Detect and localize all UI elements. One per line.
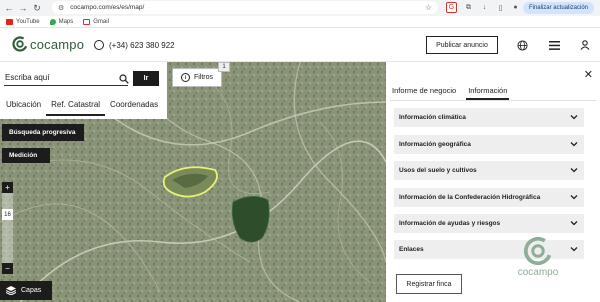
url-text: cocampo.com/es/es/map/ <box>70 4 145 11</box>
chevron-down-icon <box>570 247 578 252</box>
forward-icon[interactable]: → <box>16 1 30 15</box>
close-icon[interactable]: ✕ <box>584 68 593 81</box>
accordion-hydrographic[interactable]: Información de la Confederación Hidrográ… <box>394 188 584 207</box>
gmail-icon <box>83 18 91 25</box>
user-account-icon[interactable] <box>578 38 592 52</box>
app-header: cocampo (+34) 623 380 922 Publicar anunc… <box>0 28 600 62</box>
chevron-down-icon <box>570 142 578 147</box>
accordion-climate[interactable]: Información climática <box>394 108 584 127</box>
bookmarks-bar: YouTube Maps Gmail <box>0 16 600 28</box>
chevron-down-icon <box>570 195 578 200</box>
bookmark-label: YouTube <box>16 18 40 25</box>
phone-number: (+34) 623 380 922 <box>109 40 175 50</box>
accordion-label: Usos del suelo y cultivos <box>399 167 477 174</box>
accordion-label: Información de ayudas y riesgos <box>399 220 501 227</box>
language-globe-icon[interactable] <box>515 38 529 52</box>
zoom-slider-track[interactable] <box>2 193 13 263</box>
info-icon: i <box>180 73 190 82</box>
logo[interactable]: cocampo <box>12 36 84 52</box>
logo-watermark-icon <box>523 236 553 266</box>
extension-icon[interactable]: G <box>446 2 457 13</box>
info-tabs: Informe de negocio Información <box>392 86 519 100</box>
tab-ubicacion[interactable]: Ubicación <box>0 98 46 116</box>
measure-button[interactable]: Medición <box>2 148 50 163</box>
accordion-label: Información de la Confederación Hidrográ… <box>399 194 541 201</box>
progressive-search-button[interactable]: Búsqueda progresiva <box>2 124 84 141</box>
chevron-down-icon <box>570 115 578 120</box>
search-tabs: Ubicación Ref. Catastral Coordenadas <box>0 98 167 116</box>
profile-icon[interactable]: ● <box>510 2 521 13</box>
chevron-down-icon <box>570 168 578 173</box>
zoom-in-button[interactable]: + <box>2 182 13 193</box>
layers-label: Capas <box>21 287 42 294</box>
tabs-divider <box>390 100 596 101</box>
youtube-icon <box>6 18 13 25</box>
site-info-icon[interactable]: ⚙ <box>58 4 64 12</box>
zoom-level-indicator[interactable]: 16 <box>2 209 13 220</box>
tab-business-report[interactable]: Informe de negocio <box>392 86 456 100</box>
maps-icon <box>49 18 56 25</box>
tab-ref-catastral[interactable]: Ref. Catastral <box>46 98 106 116</box>
accordion-land-use[interactable]: Usos del suelo y cultivos <box>394 161 584 180</box>
filters-button[interactable]: i Filtros <box>172 68 222 87</box>
bookmark-star-icon[interactable]: ☆ <box>425 3 432 12</box>
tab-information[interactable]: Información <box>466 86 510 100</box>
search-input[interactable]: Escriba aquí <box>4 72 128 86</box>
extensions-puzzle-icon[interactable]: ⧉ <box>463 2 474 13</box>
hamburger-menu-icon[interactable] <box>547 38 561 52</box>
filters-label: Filtros <box>193 74 214 81</box>
bookmark-youtube[interactable]: YouTube <box>6 18 40 25</box>
logo-icon <box>12 36 28 52</box>
cocampo-watermark: cocampo <box>512 236 564 282</box>
accordion-label: Información climática <box>399 114 466 121</box>
parcel-info-panel: ✕ Informe de negocio Información <box>386 62 600 302</box>
bookmark-label: Gmail <box>93 18 109 25</box>
bookmark-label: Maps <box>58 18 74 25</box>
zoom-out-button[interactable]: − <box>2 263 13 274</box>
tab-coordenadas[interactable]: Coordenadas <box>105 98 163 116</box>
side-panel-icon[interactable]: ▯ <box>495 2 506 13</box>
download-icon[interactable]: ↓ <box>479 2 490 13</box>
publish-ad-button[interactable]: Publicar anuncio <box>426 36 498 54</box>
register-parcel-button[interactable]: Registrar finca <box>396 274 462 294</box>
layers-icon <box>6 286 16 295</box>
address-bar[interactable]: ⚙ cocampo.com/es/es/map/ ☆ <box>52 1 438 14</box>
accordion-label: Información geográfica <box>399 141 471 148</box>
watermark-text: cocampo <box>517 267 559 278</box>
search-panel: Escriba aquí Ir Ubicación Ref. Catastral… <box>0 62 167 119</box>
whatsapp-icon <box>94 40 104 50</box>
accordion-aid-risks[interactable]: Información de ayudas y riesgos <box>394 214 584 233</box>
search-icon[interactable] <box>119 74 129 84</box>
accordion-label: Enlaces <box>399 246 424 253</box>
phone-contact[interactable]: (+34) 623 380 922 <box>94 40 175 50</box>
layers-button[interactable]: Capas <box>0 281 52 300</box>
back-icon[interactable]: ← <box>2 1 16 15</box>
reload-icon[interactable]: ↻ <box>30 1 44 15</box>
chevron-down-icon <box>570 221 578 226</box>
search-go-button[interactable]: Ir <box>133 71 159 86</box>
bookmark-gmail[interactable]: Gmail <box>83 18 109 25</box>
filters-count-badge: 1 <box>218 62 230 72</box>
accordion-geographic[interactable]: Información geográfica <box>394 135 584 154</box>
bookmark-maps[interactable]: Maps <box>49 18 74 25</box>
browser-update-button[interactable]: Finalizar actualización <box>522 2 594 14</box>
logo-text: cocampo <box>30 36 85 52</box>
